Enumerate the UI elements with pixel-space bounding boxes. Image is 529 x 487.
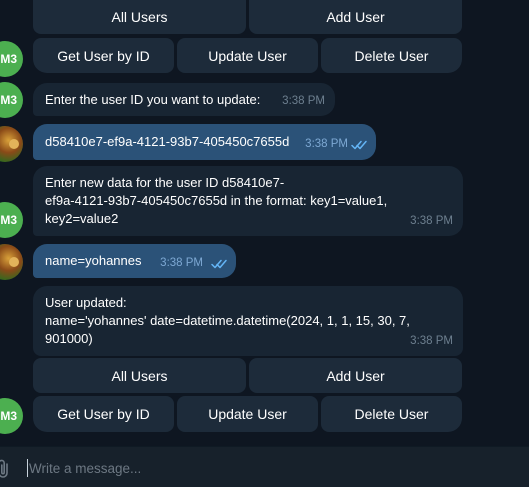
- message-time: 3:38 PM: [160, 257, 203, 269]
- inline-keyboard-bottom-row2: Get User by ID Update User Delete User: [33, 396, 462, 432]
- avatar-initials: M3: [0, 213, 17, 227]
- message-user-data: name=yohannes 3:38 PM: [33, 244, 236, 278]
- inline-keyboard-top-row1: All Users Add User: [33, 0, 462, 34]
- message-text: name=yohannes: [45, 253, 142, 268]
- update-user-button[interactable]: Update User: [177, 396, 318, 432]
- message-time: 3:38 PM: [305, 138, 348, 150]
- read-ticks-icon: [211, 259, 227, 269]
- message-time: 3:38 PM: [410, 335, 453, 347]
- bot-avatar[interactable]: M3: [0, 41, 23, 77]
- message-composer: [0, 446, 529, 487]
- avatar-initials: M3: [0, 52, 17, 66]
- get-user-by-id-button[interactable]: Get User by ID: [33, 38, 174, 73]
- message-input[interactable]: [29, 455, 509, 481]
- delete-user-button[interactable]: Delete User: [321, 396, 462, 432]
- message-bot-user-updated: User updated: name='yohannes' date=datet…: [33, 286, 463, 356]
- all-users-button[interactable]: All Users: [33, 358, 246, 393]
- paperclip-icon[interactable]: [0, 458, 12, 480]
- text-caret: [27, 459, 28, 477]
- user-avatar[interactable]: [0, 126, 23, 162]
- read-ticks-icon: [351, 140, 367, 150]
- message-text: d58410e7-ef9a-4121-93b7-405450c7655d: [45, 134, 290, 149]
- message-time: 3:38 PM: [282, 95, 325, 107]
- avatar-face: [9, 257, 19, 267]
- message-user-id: d58410e7-ef9a-4121-93b7-405450c7655d 3:3…: [33, 124, 376, 160]
- avatar-face: [9, 139, 19, 149]
- avatar-initials: M3: [0, 93, 17, 107]
- message-bot-prompt-id: Enter the user ID you want to update: 3:…: [33, 83, 335, 116]
- bot-avatar[interactable]: M3: [0, 82, 23, 118]
- all-users-button[interactable]: All Users: [33, 0, 246, 34]
- bot-avatar[interactable]: M3: [0, 202, 23, 238]
- add-user-button[interactable]: Add User: [249, 0, 462, 34]
- message-text: Enter new data for the user ID d58410e7-…: [45, 175, 388, 226]
- inline-keyboard-bottom-row1: All Users Add User: [33, 358, 462, 393]
- inline-keyboard-top-row2: Get User by ID Update User Delete User: [33, 38, 462, 73]
- avatar-initials: M3: [0, 409, 17, 423]
- update-user-button[interactable]: Update User: [177, 38, 318, 73]
- chat-area: All Users Add User Get User by ID Update…: [0, 0, 529, 446]
- message-bot-prompt-data: Enter new data for the user ID d58410e7-…: [33, 166, 463, 236]
- user-avatar[interactable]: [0, 244, 23, 280]
- message-time: 3:38 PM: [410, 215, 453, 227]
- delete-user-button[interactable]: Delete User: [321, 38, 462, 73]
- get-user-by-id-button[interactable]: Get User by ID: [33, 396, 174, 432]
- message-text: User updated: name='yohannes' date=datet…: [45, 295, 410, 346]
- message-text: Enter the user ID you want to update:: [45, 92, 261, 107]
- add-user-button[interactable]: Add User: [249, 358, 462, 393]
- bot-avatar[interactable]: M3: [0, 398, 23, 434]
